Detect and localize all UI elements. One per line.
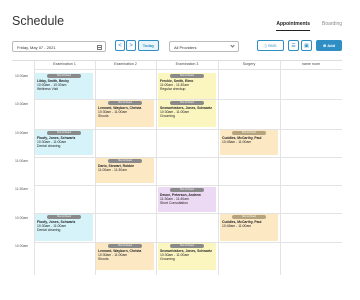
appointment-card[interactable]: Not Arrived Cuddles, McCarthy, Paul 10:4… bbox=[220, 130, 278, 155]
row-divider bbox=[34, 185, 342, 186]
time-slot-label: 10:00am bbox=[15, 244, 29, 248]
time-slot-label: 10:30am bbox=[15, 102, 29, 106]
appointment-card[interactable]: Not Arrived Lennard, Wayborn, Christa 10… bbox=[96, 100, 154, 127]
status-badge: Not Arrived bbox=[108, 243, 142, 248]
appointment-desc: Short Consultation bbox=[160, 201, 188, 205]
time-slot-label: 10:00am bbox=[15, 74, 29, 78]
date-picker[interactable]: Friday, May 07 - 2021 bbox=[12, 41, 106, 52]
sms-label: SMS bbox=[267, 43, 277, 48]
time-slot-label: 11:00am bbox=[15, 159, 28, 163]
status-badge: Not Arrived bbox=[170, 243, 204, 248]
schedule-grid: Examination 1 Examination 2 Examination … bbox=[12, 60, 342, 275]
status-badge: Not Arrived bbox=[232, 130, 266, 135]
grid-calendar-icon: ▣ bbox=[304, 43, 309, 49]
row-divider bbox=[34, 157, 342, 158]
provider-value: All Providers bbox=[174, 45, 197, 50]
status-badge: Not Arrived bbox=[108, 158, 142, 163]
status-badge: Not Arrived bbox=[47, 130, 81, 135]
appointment-card[interactable]: Not Arrived Dario, Stewart, Robbie 11:00… bbox=[96, 158, 154, 183]
appointment-card[interactable]: Not Arrived Freckle, Smith, Elmo 11:00am… bbox=[158, 73, 216, 99]
status-badge: Not Arrived bbox=[47, 73, 81, 78]
appointment-desc: Shoots bbox=[98, 114, 109, 118]
calendar-view-button[interactable]: ▣ bbox=[301, 40, 312, 51]
row-divider bbox=[34, 69, 342, 70]
column-header-name-room: name room bbox=[301, 62, 321, 66]
provider-select[interactable]: All Providers bbox=[169, 41, 239, 52]
time-slot-label: 10:00am bbox=[15, 216, 29, 220]
appointment-card[interactable]: Not Arrived Snowwhiskers, Jones, Schwart… bbox=[158, 243, 216, 270]
prev-day-button[interactable]: < bbox=[115, 40, 125, 51]
appointment-desc: Regular checkup bbox=[160, 87, 186, 91]
column-header-examination-2: Examination 2 bbox=[114, 62, 137, 66]
appointment-desc: Shoots bbox=[98, 257, 109, 261]
phone-icon: ▯ bbox=[264, 43, 267, 48]
appointment-card[interactable]: Not Arrived Cuddles, McCarthy, Paul 10:4… bbox=[220, 214, 278, 241]
status-badge: Not Arrived bbox=[170, 100, 204, 105]
list-icon: ☰ bbox=[291, 43, 296, 49]
appointment-card[interactable]: Not Arrived Snowwhiskers, Jones, Schwart… bbox=[158, 100, 216, 127]
appointment-desc: Dental cleaning bbox=[37, 228, 61, 232]
status-badge: Not Arrived bbox=[108, 100, 142, 105]
status-badge: Not Arrived bbox=[47, 214, 81, 219]
appointment-card[interactable]: Not Arrived Libby, Smith, Becky 10:00am … bbox=[35, 73, 93, 99]
add-label: Add bbox=[327, 43, 336, 48]
time-slot-label: 11:30am bbox=[15, 187, 28, 191]
next-day-button[interactable]: > bbox=[126, 40, 136, 51]
column-header-examination-3: Examination 3 bbox=[175, 62, 199, 66]
view-tabs: Appointments Boarding bbox=[276, 21, 342, 31]
sms-button[interactable]: ▯ SMS bbox=[257, 40, 284, 51]
status-badge: Not Arrived bbox=[170, 73, 204, 78]
appointment-time: 10:45am - 11:00am bbox=[222, 139, 252, 144]
appointment-card[interactable]: Not Arrived Lennard, Wayborn, Christa 10… bbox=[96, 243, 154, 270]
add-button[interactable]: ⊕ Add bbox=[316, 40, 342, 51]
chevron-down-icon bbox=[230, 43, 235, 48]
today-button[interactable]: Today bbox=[138, 40, 159, 51]
toolbar: Friday, May 07 - 2021 < > Today All Prov… bbox=[12, 40, 342, 55]
list-view-button[interactable]: ☰ bbox=[288, 40, 299, 51]
appointment-desc: Grooming bbox=[160, 114, 175, 118]
status-badge: Not Arrived bbox=[232, 214, 266, 219]
tab-appointments[interactable]: Appointments bbox=[276, 21, 310, 31]
column-header-surgery: Surgery bbox=[242, 62, 256, 66]
page-title: Schedule bbox=[12, 14, 65, 28]
appointment-card[interactable]: Not Arrived Deuce, Peterson, Andrew 11:3… bbox=[158, 187, 216, 212]
appointment-time: 11:00am - 11:30am bbox=[98, 167, 127, 172]
appointment-card[interactable]: Not Arrived Floofy, Jones, Schwartz 10:3… bbox=[35, 214, 93, 241]
appointment-desc: Grooming bbox=[160, 257, 175, 261]
appointment-desc: Dental cleaning bbox=[37, 144, 61, 148]
appointment-card[interactable]: Not Arrived Floofy, Jones, Schwartz 10:3… bbox=[35, 130, 93, 155]
plus-icon: ⊕ bbox=[322, 43, 327, 48]
status-badge: Not Arrived bbox=[170, 187, 204, 192]
time-slot-label: 10:00am bbox=[15, 131, 29, 135]
calendar-icon[interactable] bbox=[97, 44, 102, 50]
tab-boarding[interactable]: Boarding bbox=[322, 21, 342, 31]
date-value: Friday, May 07 - 2021 bbox=[17, 45, 56, 50]
column-header-examination-1: Examination 1 bbox=[53, 62, 76, 66]
appointment-desc: Wellness Visit bbox=[37, 87, 58, 91]
appointment-time: 10:45am - 11:00am bbox=[222, 223, 252, 228]
